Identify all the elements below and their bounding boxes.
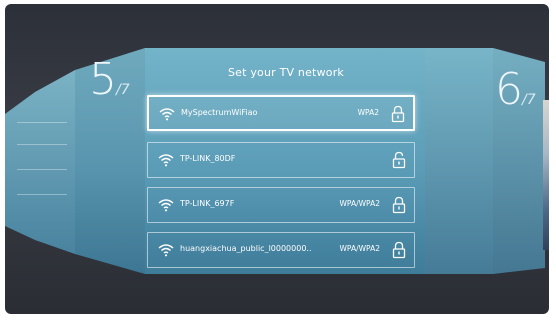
lock-icon — [392, 196, 406, 214]
network-row-2[interactable]: TP-LINK_697F WPA/WPA2 — [147, 187, 415, 223]
network-row-3[interactable]: huangxiachua_public_l0000000.. WPA/WPA2 — [147, 232, 415, 268]
current-step-total: /7 — [116, 82, 130, 98]
network-security: WPA2 — [357, 108, 379, 117]
next-step-number: 6 — [495, 64, 523, 115]
tv-screen: 5/7 6/7 Set your TV network MySpectrumWi… — [5, 4, 549, 314]
unlock-icon — [392, 151, 406, 169]
network-ssid: TP-LINK_697F — [180, 199, 235, 208]
wifi-icon — [159, 108, 175, 121]
current-step-number: 5 — [89, 54, 117, 105]
network-row-1[interactable]: TP-LINK_80DF — [147, 142, 415, 178]
current-step-indicator: 5/7 — [89, 54, 130, 105]
network-ssid: MySpectrumWiFiao — [181, 108, 258, 117]
background-photo-edge — [543, 100, 549, 250]
network-row-0[interactable]: MySpectrumWiFiao WPA2 — [147, 95, 415, 131]
wifi-icon — [158, 244, 174, 257]
next-step-total: /7 — [522, 92, 536, 108]
lock-icon — [391, 105, 405, 123]
network-ssid: TP-LINK_80DF — [180, 154, 236, 163]
network-security: WPA/WPA2 — [339, 244, 380, 253]
page-title: Set your TV network — [227, 66, 344, 79]
lock-icon — [392, 241, 406, 259]
network-security: WPA/WPA2 — [339, 199, 380, 208]
next-step-indicator: 6/7 — [495, 64, 536, 115]
network-setup-card: 5/7 6/7 Set your TV network MySpectrumWi… — [5, 4, 549, 314]
wifi-icon — [158, 154, 174, 167]
network-ssid: huangxiachua_public_l0000000.. — [180, 244, 312, 253]
wifi-icon — [158, 199, 174, 212]
